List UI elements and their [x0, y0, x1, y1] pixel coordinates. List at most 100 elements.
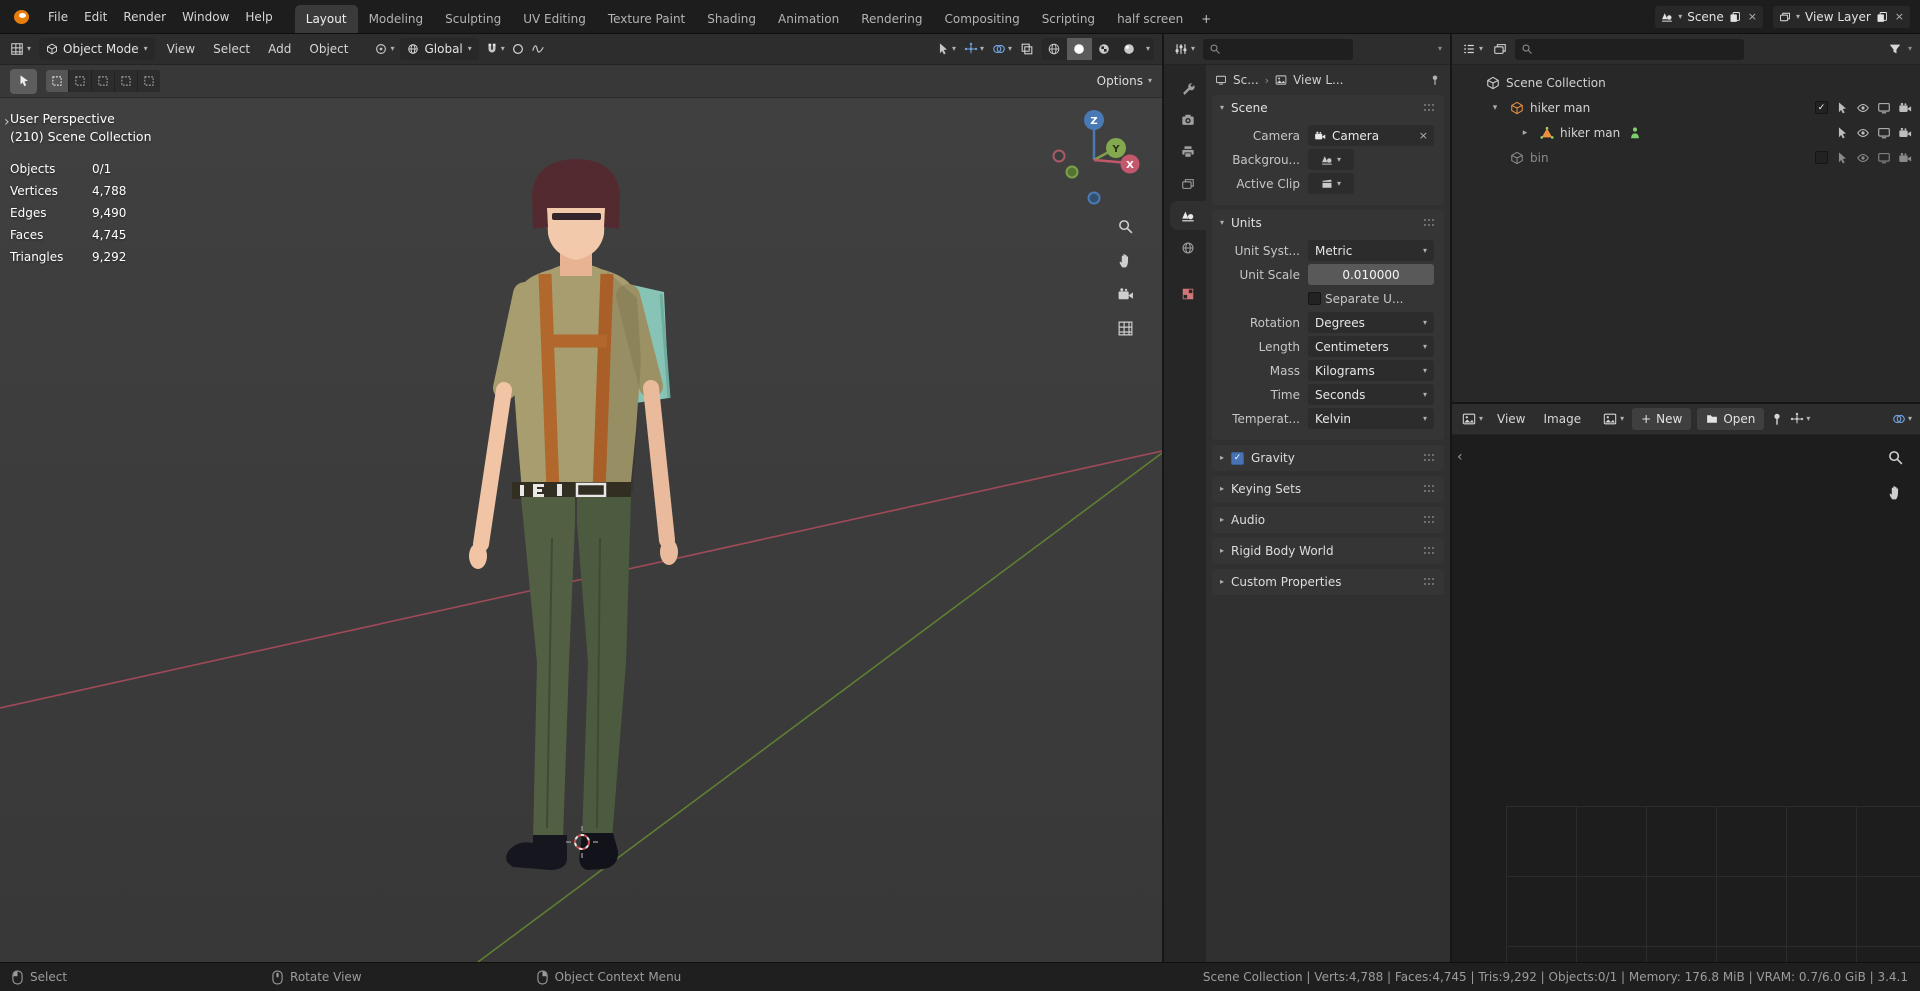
viewport-disable-icon[interactable] — [1877, 126, 1891, 140]
panel-gravity[interactable]: ▸ ✓ Gravity — [1212, 445, 1444, 471]
tab-rendering[interactable]: Rendering — [850, 5, 933, 33]
hide-eye-icon[interactable] — [1856, 101, 1870, 115]
gizmos-dropdown[interactable]: ▾ — [1790, 412, 1810, 426]
tab-texture[interactable] — [1170, 279, 1206, 308]
properties-search-input[interactable] — [1203, 38, 1354, 60]
drag-grip-icon[interactable] — [1424, 547, 1436, 555]
hide-eye-icon[interactable] — [1856, 126, 1870, 140]
open-image-button[interactable]: Open — [1697, 408, 1765, 430]
options-dropdown[interactable]: Options ▾ — [1097, 74, 1152, 88]
selectable-pointer-icon[interactable] — [1835, 126, 1849, 140]
render-disable-camera-icon[interactable] — [1898, 126, 1912, 140]
tab-render[interactable] — [1170, 105, 1206, 134]
shading-dropdown[interactable]: ▾ — [1142, 45, 1154, 53]
panel-audio[interactable]: ▸ Audio — [1212, 507, 1444, 533]
menu-image[interactable]: Image — [1538, 408, 1588, 430]
overlays-dropdown[interactable]: ▾ — [992, 42, 1012, 56]
outliner-search-input[interactable] — [1515, 38, 1745, 60]
menu-edit[interactable]: Edit — [76, 6, 115, 28]
panel-custom-properties[interactable]: ▸ Custom Properties — [1212, 569, 1444, 595]
drag-grip-icon[interactable] — [1424, 516, 1436, 524]
select-mode-new-button[interactable] — [46, 70, 68, 92]
camera-view-icon[interactable] — [1117, 286, 1134, 303]
unlink-scene-button[interactable]: × — [1746, 10, 1757, 23]
gizmo-neg-y[interactable] — [1065, 165, 1079, 179]
tab-texture-paint[interactable]: Texture Paint — [597, 5, 696, 33]
unit-system-select[interactable]: Metric ▾ — [1308, 240, 1434, 261]
tab-modeling[interactable]: Modeling — [358, 5, 435, 33]
pivot-point-dropdown[interactable]: ▾ — [374, 42, 394, 56]
hide-eye-icon[interactable] — [1856, 151, 1870, 165]
new-image-button[interactable]: + New — [1632, 408, 1692, 430]
panel-units-header[interactable]: ▾ Units — [1212, 210, 1444, 235]
tab-tool[interactable] — [1170, 73, 1206, 102]
snap-dropdown[interactable]: ▾ — [501, 45, 505, 53]
blender-logo-icon[interactable] — [10, 9, 32, 25]
disclosure-triangle-icon[interactable]: ▸ — [1510, 128, 1540, 138]
gizmo-neg-z[interactable] — [1087, 191, 1101, 205]
menu-help[interactable]: Help — [237, 6, 280, 28]
time-select[interactable]: Seconds ▾ — [1308, 384, 1434, 405]
tab-world[interactable] — [1170, 233, 1206, 262]
breadcrumb-scene[interactable]: Sc... — [1233, 73, 1259, 87]
image-datablock-dropdown[interactable]: ▾ — [1601, 410, 1626, 428]
select-mode-extend-button[interactable] — [69, 70, 91, 92]
drag-grip-icon[interactable] — [1424, 485, 1436, 493]
unit-scale-field[interactable]: 0.010000 — [1308, 264, 1434, 285]
background-set-browse[interactable]: ▾ — [1308, 149, 1354, 170]
navigation-gizmo[interactable]: Z Y X — [1048, 108, 1140, 206]
shading-rendered-button[interactable] — [1117, 38, 1142, 60]
panel-scene-header[interactable]: ▾ Scene — [1212, 95, 1444, 120]
remove-view-layer-button[interactable]: × — [1893, 10, 1904, 23]
menu-window[interactable]: Window — [174, 6, 237, 28]
rotation-select[interactable]: Degrees ▾ — [1308, 312, 1434, 333]
camera-field[interactable]: Camera × — [1308, 125, 1434, 146]
length-select[interactable]: Centimeters ▾ — [1308, 336, 1434, 357]
new-view-layer-icon[interactable] — [1876, 11, 1888, 23]
tab-shading[interactable]: Shading — [696, 5, 767, 33]
breadcrumb-view-layer[interactable]: View L... — [1293, 73, 1343, 87]
proportional-edit-toggle[interactable] — [511, 42, 525, 56]
tab-scene[interactable] — [1170, 201, 1206, 230]
drag-grip-icon[interactable] — [1424, 218, 1436, 227]
add-workspace-button[interactable]: + — [1194, 5, 1218, 33]
outliner-row-hiker-man-collection[interactable]: ▾ hiker man ✓ — [1452, 95, 1920, 120]
selectable-pointer-icon[interactable] — [1835, 151, 1849, 165]
filter-dropdown[interactable]: ▾ — [1908, 45, 1912, 53]
snap-toggle[interactable]: ▾ — [485, 42, 505, 56]
tweak-tool-button[interactable] — [10, 68, 37, 94]
shading-solid-button[interactable] — [1066, 38, 1092, 60]
overlays-dropdown[interactable]: ▾ — [1892, 412, 1912, 426]
viewport-canvas[interactable]: › User Perspective (210) Scene Collectio… — [0, 98, 1162, 962]
scene-selector[interactable]: ▾ Scene × — [1655, 5, 1764, 28]
menu-view[interactable]: View — [1491, 408, 1531, 430]
gizmos-dropdown[interactable]: ▾ — [964, 42, 984, 56]
clear-camera-button[interactable]: × — [1419, 129, 1428, 142]
zoom-icon[interactable] — [1117, 218, 1134, 235]
disclosure-triangle-icon[interactable]: ▾ — [1480, 103, 1510, 113]
editor-type-button[interactable]: ▾ — [8, 40, 33, 58]
render-disable-camera-icon[interactable] — [1898, 151, 1912, 165]
menu-select[interactable]: Select — [207, 38, 256, 60]
tab-compositing[interactable]: Compositing — [933, 5, 1030, 33]
drag-grip-icon[interactable] — [1424, 454, 1436, 462]
properties-filter-dropdown[interactable]: ▾ — [1438, 45, 1442, 53]
outliner-row-hiker-man-object[interactable]: ▸ hiker man — [1452, 120, 1920, 145]
pin-icon[interactable] — [1429, 74, 1441, 86]
image-canvas[interactable]: ‹ — [1452, 435, 1920, 962]
tab-animation[interactable]: Animation — [767, 5, 850, 33]
tab-layout[interactable]: Layout — [294, 5, 358, 33]
exclude-checkbox[interactable] — [1815, 151, 1828, 164]
panel-rigid-body-world[interactable]: ▸ Rigid Body World — [1212, 538, 1444, 564]
drag-grip-icon[interactable] — [1424, 103, 1436, 112]
outliner-row-scene-collection[interactable]: Scene Collection — [1452, 70, 1920, 95]
filter-funnel-icon[interactable] — [1888, 42, 1902, 56]
ortho-toggle-icon[interactable] — [1117, 320, 1134, 337]
sidebar-expand-arrow[interactable]: ‹ — [1457, 449, 1463, 465]
menu-render[interactable]: Render — [115, 6, 174, 28]
select-mode-subtract-button[interactable] — [92, 70, 114, 92]
panel-keying-sets[interactable]: ▸ Keying Sets — [1212, 476, 1444, 502]
tab-view-layer[interactable] — [1170, 169, 1206, 198]
gizmo-neg-x[interactable] — [1052, 149, 1066, 163]
editor-type-button[interactable]: ▾ — [1172, 40, 1197, 58]
